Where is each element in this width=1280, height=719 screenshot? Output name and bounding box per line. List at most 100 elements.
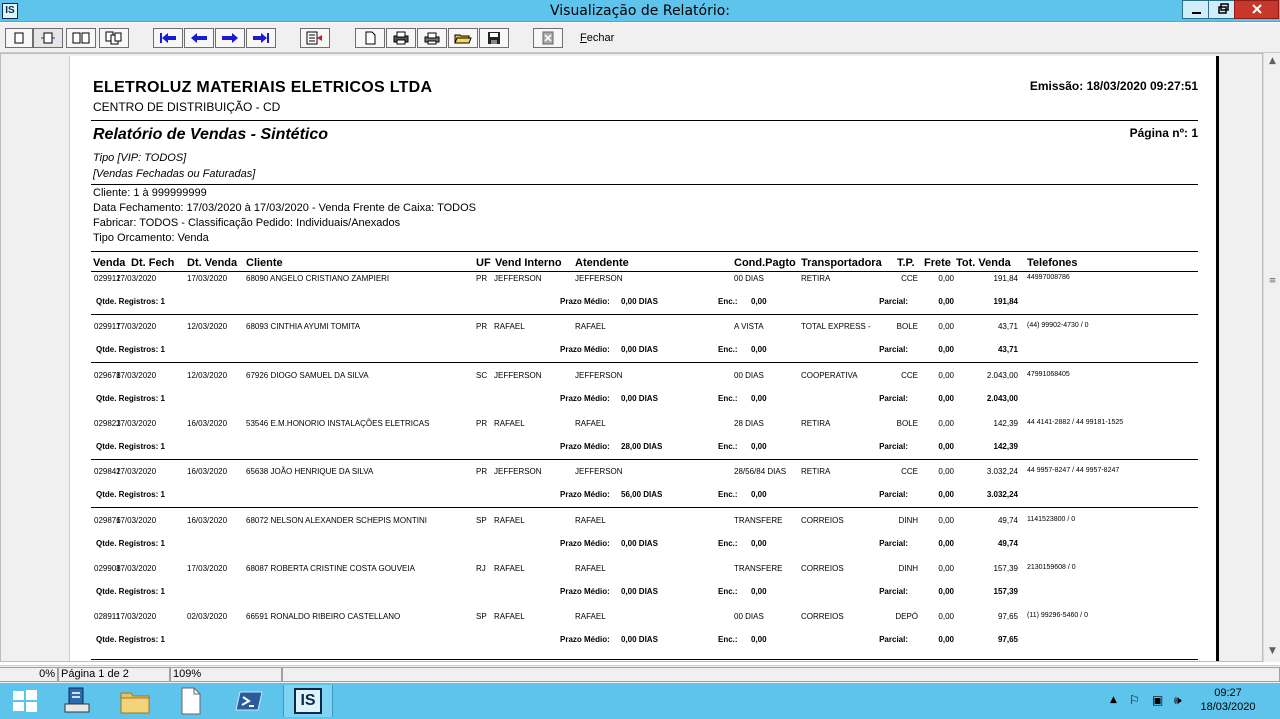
last-page-icon bbox=[253, 33, 269, 43]
goto-page-button[interactable] bbox=[300, 28, 330, 48]
toolbar: Fechar bbox=[0, 23, 1280, 53]
row-tot: 191,84 bbox=[993, 274, 1018, 283]
fechar-mnemonic: F bbox=[580, 32, 587, 44]
row-tot: 3.032,24 bbox=[986, 467, 1018, 476]
save-button[interactable] bbox=[479, 28, 509, 48]
export-button[interactable] bbox=[533, 28, 563, 48]
row-dt-fech: 17/03/2020 bbox=[116, 612, 157, 621]
report-page: ELETROLUZ MATERIAIS ELETRICOS LTDA CENTR… bbox=[69, 56, 1219, 661]
vertical-scrollbar[interactable]: ▲ ≡ ▼ bbox=[1263, 53, 1280, 662]
multi-page-button[interactable] bbox=[99, 28, 129, 48]
preview-area[interactable]: ELETROLUZ MATERIAIS ELETRICOS LTDA CENTR… bbox=[0, 53, 1263, 662]
row-cond: 28 DIAS bbox=[734, 419, 764, 428]
previous-page-button[interactable] bbox=[184, 28, 214, 48]
goto-page-icon bbox=[306, 31, 322, 45]
row-vend: JEFFERSON bbox=[494, 274, 542, 283]
clock[interactable]: 09:27 18/03/2020 bbox=[1196, 686, 1260, 714]
scroll-grip-icon[interactable]: ≡ bbox=[1267, 275, 1278, 287]
save-disk-icon bbox=[488, 32, 500, 44]
row-parcial-total: 2.043,00 bbox=[986, 394, 1018, 403]
page-number: Página nº: 1 bbox=[1129, 126, 1198, 140]
scroll-up-icon[interactable]: ▲ bbox=[1264, 53, 1280, 70]
taskbar-server-manager[interactable] bbox=[52, 685, 102, 717]
flag-icon[interactable]: ⚐ bbox=[1129, 693, 1140, 707]
row-qtde-registros: Qtde. Registros: 1 bbox=[96, 345, 165, 354]
row-tot: 97,65 bbox=[997, 612, 1018, 621]
col-tot-venda: Tot. Venda bbox=[956, 257, 1011, 269]
row-qtde-registros: Qtde. Registros: 1 bbox=[96, 587, 165, 596]
single-page-icon bbox=[14, 32, 24, 44]
two-pages-button[interactable] bbox=[66, 28, 96, 48]
row-qtde-registros: Qtde. Registros: 1 bbox=[96, 490, 165, 499]
row-cliente: 68072 NELSON ALEXANDER SCHEPIS MONTINI bbox=[246, 516, 427, 525]
row-tel: 44 9957-8247 / 44 9957-8247 bbox=[1027, 467, 1120, 474]
powershell-icon bbox=[235, 691, 263, 711]
blank-page-icon bbox=[365, 31, 376, 45]
row-atendente: JEFFERSON bbox=[575, 371, 623, 380]
next-page-icon bbox=[222, 33, 238, 43]
row-cond: 28/56/84 DIAS bbox=[734, 467, 787, 476]
row-enc-label: Enc.: bbox=[718, 635, 738, 644]
is-app-icon: IS bbox=[294, 688, 322, 714]
emission-date: Emissão: 18/03/2020 09:27:51 bbox=[1029, 79, 1198, 93]
row-atendente: RAFAEL bbox=[575, 564, 606, 573]
row-vend: RAFAEL bbox=[494, 322, 525, 331]
row-prazo-label: Prazo Médio: bbox=[560, 635, 610, 644]
minimize-button[interactable] bbox=[1182, 0, 1209, 19]
row-prazo-value: 0,00 DIAS bbox=[621, 297, 658, 306]
row-enc-value: 0,00 bbox=[751, 442, 767, 451]
print-button[interactable] bbox=[417, 28, 447, 48]
network-icon[interactable]: ▣ bbox=[1152, 693, 1163, 707]
row-parcial-total: 43,71 bbox=[997, 345, 1018, 354]
row-vend: RAFAEL bbox=[494, 612, 525, 621]
windows-logo-icon bbox=[13, 690, 37, 712]
printer-icon bbox=[424, 32, 440, 45]
first-page-button[interactable] bbox=[153, 28, 183, 48]
row-dt-fech: 17/03/2020 bbox=[116, 419, 157, 428]
row-parcial-total: 49,74 bbox=[997, 539, 1018, 548]
row-vend: JEFFERSON bbox=[494, 371, 542, 380]
fechar-button[interactable]: Fechar bbox=[580, 32, 614, 44]
row-divider bbox=[91, 459, 1198, 460]
row-dt-fech: 17/03/2020 bbox=[116, 516, 157, 525]
row-tel: (11) 99296-5460 / 0 bbox=[1027, 612, 1088, 619]
taskbar-file-explorer[interactable] bbox=[110, 685, 160, 717]
company-subtitle: CENTRO DE DISTRIBUIÇÃO - CD bbox=[93, 100, 281, 114]
previous-page-icon bbox=[191, 33, 207, 43]
scroll-down-icon[interactable]: ▼ bbox=[1264, 643, 1280, 660]
next-page-button[interactable] bbox=[215, 28, 245, 48]
row-vend: RAFAEL bbox=[494, 419, 525, 428]
row-transp: RETIRA bbox=[801, 467, 831, 476]
last-page-button[interactable] bbox=[246, 28, 276, 48]
row-prazo-value: 56,00 DIAS bbox=[621, 490, 663, 499]
show-hidden-icons[interactable]: ▲ bbox=[1110, 695, 1117, 705]
single-page-button[interactable] bbox=[5, 28, 33, 48]
taskbar-document[interactable] bbox=[166, 685, 216, 717]
new-page-button[interactable] bbox=[355, 28, 385, 48]
row-tot: 2.043,00 bbox=[986, 371, 1018, 380]
row-prazo-label: Prazo Médio: bbox=[560, 394, 610, 403]
col-dt-fech: Dt. Fech bbox=[131, 257, 175, 269]
row-parcial-total: 191,84 bbox=[993, 297, 1018, 306]
print-setup-button[interactable] bbox=[386, 28, 416, 48]
page-width-button[interactable] bbox=[33, 28, 63, 48]
row-dt-venda: 17/03/2020 bbox=[187, 274, 228, 283]
restore-button[interactable] bbox=[1208, 0, 1235, 19]
volume-icon[interactable]: 🕪 bbox=[1174, 693, 1182, 708]
vip-type: Tipo [VIP: TODOS] bbox=[93, 152, 187, 164]
row-prazo-label: Prazo Médio: bbox=[560, 539, 610, 548]
row-divider bbox=[91, 507, 1198, 508]
taskbar-is-app[interactable]: IS bbox=[283, 685, 333, 717]
row-divider bbox=[91, 362, 1198, 363]
row-uf: SP bbox=[476, 612, 487, 621]
filter-cliente: Cliente: 1 à 999999999 bbox=[93, 187, 207, 199]
row-vend: JEFFERSON bbox=[494, 467, 542, 476]
open-button[interactable] bbox=[448, 28, 478, 48]
row-uf: PR bbox=[476, 322, 488, 331]
close-button[interactable] bbox=[1234, 0, 1279, 19]
start-button[interactable] bbox=[0, 685, 50, 717]
sales-type: [Vendas Fechadas ou Faturadas] bbox=[93, 168, 256, 180]
taskbar-powershell[interactable] bbox=[224, 685, 274, 717]
row-dt-fech: 17/03/2020 bbox=[116, 322, 157, 331]
row-tel: 2130159608 / 0 bbox=[1027, 564, 1076, 571]
